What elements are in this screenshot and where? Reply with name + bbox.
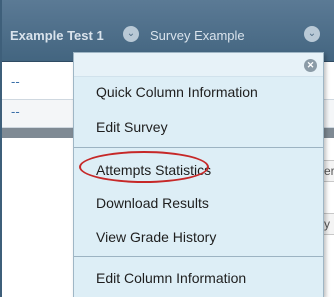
column-header-example-test-1[interactable]: Example Test 1 [10, 28, 104, 43]
menu-item-view-grade-history[interactable]: View Grade History [96, 229, 216, 245]
menu-separator [74, 256, 323, 257]
grade-cell[interactable]: -- [11, 74, 20, 89]
highlight-ellipse-annotation [79, 151, 209, 183]
menu-item-download-results[interactable]: Download Results [96, 195, 209, 211]
column-header-survey-example[interactable]: Survey Example [150, 28, 245, 43]
menu-item-edit-column-information[interactable]: Edit Column Information [96, 270, 246, 286]
close-icon[interactable]: ✕ [304, 59, 317, 72]
menu-separator [74, 147, 323, 148]
chevron-down-icon[interactable]: ⌄ [123, 26, 139, 42]
menu-item-edit-survey[interactable]: Edit Survey [96, 119, 168, 135]
chevron-down-icon[interactable]: ⌄ [304, 26, 320, 42]
menu-header: ✕ [74, 53, 323, 77]
menu-item-quick-column-information[interactable]: Quick Column Information [96, 84, 258, 100]
grade-cell[interactable]: -- [11, 104, 20, 119]
